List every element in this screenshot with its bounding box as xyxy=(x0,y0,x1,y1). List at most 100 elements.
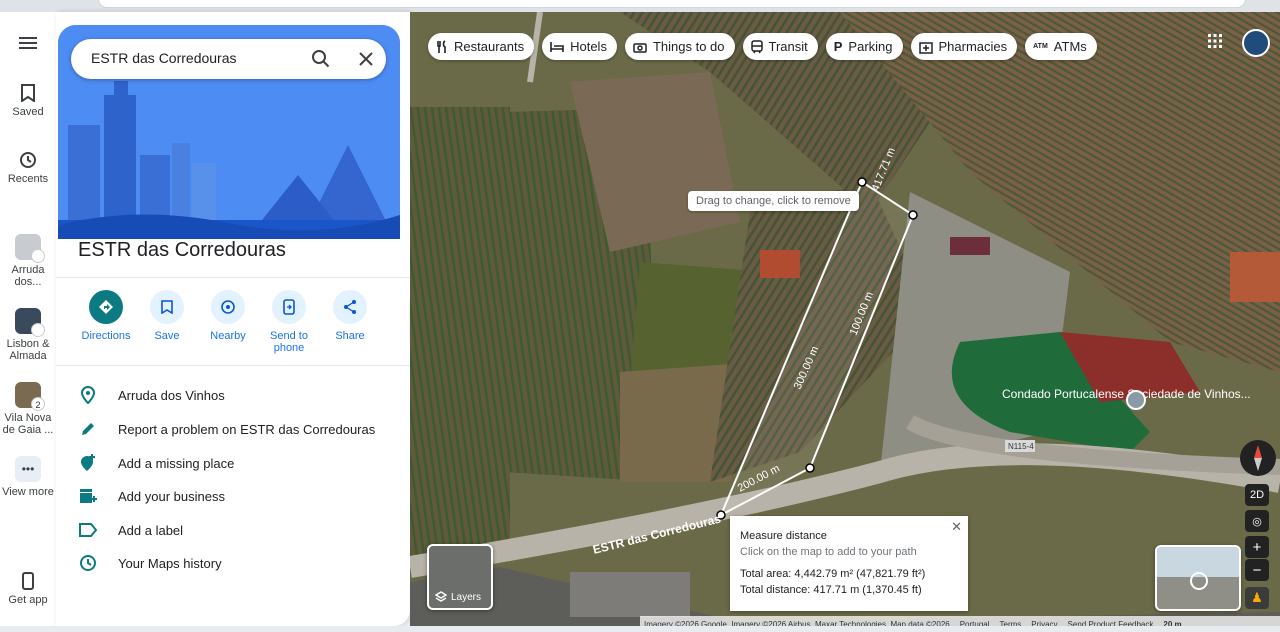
category-chips: Restaurants Hotels Things to do Transit … xyxy=(428,33,1097,60)
map-canvas[interactable]: 417.71 m 100.00 m 300.00 m 200.00 m ESTR… xyxy=(410,12,1280,632)
recent-place-label: Vila Nova de Gaia ... xyxy=(2,412,54,436)
nearby-button[interactable]: Nearby xyxy=(196,290,260,342)
compass-icon xyxy=(1254,445,1262,471)
measure-vertex[interactable] xyxy=(805,463,815,473)
recent-count-badge xyxy=(31,249,45,263)
list-item-report-problem[interactable]: Report a problem on ESTR das Corredouras xyxy=(78,417,398,441)
bookmark-icon xyxy=(21,84,35,102)
divider xyxy=(56,365,410,366)
recent-place-lisbon[interactable]: Lisbon & Almada xyxy=(0,308,56,362)
chip-restaurants[interactable]: Restaurants xyxy=(428,33,535,60)
share-button[interactable]: Share xyxy=(318,290,382,342)
measure-vertex[interactable] xyxy=(857,177,867,187)
street-view-preview[interactable] xyxy=(1155,545,1241,611)
chip-things-to-do[interactable]: Things to do xyxy=(624,33,735,60)
chip-parking[interactable]: P Parking xyxy=(825,33,903,60)
directions-label: Directions xyxy=(81,330,131,342)
close-icon[interactable]: ✕ xyxy=(951,519,962,535)
get-app-label: Get app xyxy=(8,594,48,606)
chip-label: Transit xyxy=(768,39,808,54)
send-to-phone-label: Send to phone xyxy=(270,330,308,354)
apps-grid-icon[interactable] xyxy=(1208,34,1222,48)
zoom-in-button[interactable]: + xyxy=(1245,536,1269,558)
measure-tooltip: Drag to change, click to remove xyxy=(688,191,859,211)
chip-label: Things to do xyxy=(652,39,725,54)
bookmark-icon xyxy=(161,300,173,314)
address-bar[interactable] xyxy=(98,0,1246,8)
recents-label: Recents xyxy=(7,173,49,185)
view-more-button[interactable]: ••• View more xyxy=(0,456,56,498)
measure-total-area: Total area: 4,442.79 m² (47,821.79 ft²) xyxy=(740,568,926,580)
bottom-strip xyxy=(0,626,1280,632)
place-title: ESTR das Corredouras xyxy=(78,239,286,261)
list-item-add-business[interactable]: Add your business xyxy=(78,484,398,508)
winery-pin-icon[interactable] xyxy=(1126,390,1146,410)
list-item-address[interactable]: Arruda dos Vinhos xyxy=(78,383,398,407)
label-icon xyxy=(79,523,97,537)
recent-count-badge: 2 xyxy=(31,397,45,411)
nearby-icon xyxy=(221,300,235,314)
recents-button[interactable]: Recents xyxy=(0,151,56,185)
pegman-button[interactable]: ♟ xyxy=(1245,587,1269,609)
location-pin-icon xyxy=(81,386,95,404)
plus-icon: + xyxy=(1252,538,1262,556)
chip-label: Restaurants xyxy=(454,39,525,54)
search-icon[interactable] xyxy=(311,49,331,69)
pegman-icon: ♟ xyxy=(1251,590,1263,605)
saved-label: Saved xyxy=(12,106,44,118)
history-icon xyxy=(80,555,96,571)
search-box[interactable]: ESTR das Corredouras xyxy=(71,39,386,79)
nearby-label: Nearby xyxy=(210,330,246,342)
hotel-icon xyxy=(550,41,564,52)
list-item-label: Your Maps history xyxy=(118,555,222,571)
segment-label: 417.71 m xyxy=(870,146,898,193)
list-item-label: Add a label xyxy=(118,522,184,538)
view-2d-label: 2D xyxy=(1249,489,1265,501)
chip-label: Hotels xyxy=(570,39,607,54)
list-item-label: Add a missing place xyxy=(118,455,235,471)
compass-button[interactable] xyxy=(1240,440,1276,476)
saved-button[interactable]: Saved xyxy=(0,84,56,118)
share-label: Share xyxy=(335,330,365,342)
directions-icon xyxy=(99,300,113,314)
more-dots-icon: ••• xyxy=(15,456,41,482)
list-item-label: Arruda dos Vinhos xyxy=(118,387,225,403)
save-button[interactable]: Save xyxy=(135,290,199,342)
chip-atms[interactable]: ATM ATMs xyxy=(1025,33,1097,60)
list-item-maps-history[interactable]: Your Maps history xyxy=(78,551,398,575)
account-avatar[interactable] xyxy=(1242,29,1270,57)
chip-hotels[interactable]: Hotels xyxy=(542,33,617,60)
directions-button[interactable]: Directions xyxy=(74,290,138,342)
send-to-phone-button[interactable]: Send to phone xyxy=(257,290,321,354)
measure-distance-card: ✕ Measure distance Click on the map to a… xyxy=(730,516,968,611)
list-item-add-place[interactable]: Add a missing place xyxy=(78,451,398,475)
history-icon xyxy=(20,152,36,168)
get-app-button[interactable]: Get app xyxy=(0,572,56,606)
recent-place-gaia[interactable]: 2 Vila Nova de Gaia ... xyxy=(0,382,56,436)
view-2d-button[interactable]: 2D xyxy=(1245,484,1269,506)
recent-place-label: Arruda dos... xyxy=(11,264,45,288)
recent-count-badge xyxy=(31,323,45,337)
chip-transit[interactable]: Transit xyxy=(742,33,818,60)
phone-icon xyxy=(22,572,34,590)
road-label: N115-4 xyxy=(1008,442,1034,451)
layers-icon xyxy=(435,591,447,602)
measure-vertex[interactable] xyxy=(908,210,918,220)
measure-hint: Click on the map to add to your path xyxy=(740,546,917,558)
restaurant-icon xyxy=(437,39,446,53)
my-location-button[interactable]: ◎ xyxy=(1245,510,1269,532)
add-business-icon xyxy=(80,489,97,503)
close-icon[interactable] xyxy=(356,49,376,69)
minus-icon: − xyxy=(1252,561,1262,579)
menu-button[interactable] xyxy=(0,36,56,54)
zoom-out-button[interactable]: − xyxy=(1245,559,1269,581)
chip-label: Parking xyxy=(848,39,893,54)
recent-place-arruda[interactable]: Arruda dos... xyxy=(0,234,56,288)
list-item-add-label[interactable]: Add a label xyxy=(78,518,398,542)
layers-button[interactable]: Layers xyxy=(427,544,493,610)
search-input[interactable]: ESTR das Corredouras xyxy=(91,50,237,66)
list-item-label: Add your business xyxy=(118,488,225,504)
save-label: Save xyxy=(154,330,180,342)
measure-title: Measure distance xyxy=(740,530,827,542)
chip-pharmacies[interactable]: Pharmacies xyxy=(910,33,1018,60)
